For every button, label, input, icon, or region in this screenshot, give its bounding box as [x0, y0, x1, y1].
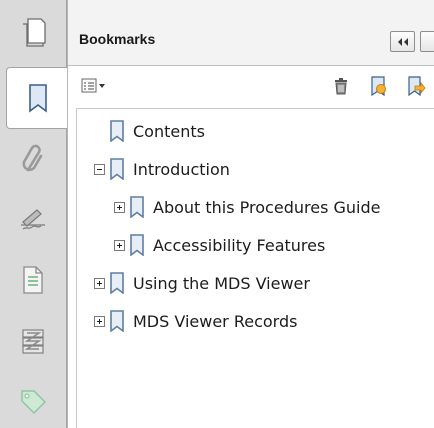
bookmark-icon: [130, 196, 144, 218]
bookmarks-toolbar: [68, 66, 434, 104]
expand-toggle-icon[interactable]: [94, 277, 105, 289]
bookmark-icon: [28, 84, 47, 113]
expand-toggle-icon[interactable]: [114, 201, 125, 213]
navigation-rail: [0, 0, 68, 428]
bookmark-arrow-icon: [408, 76, 426, 96]
tree-node-label: About this Procedures Guide: [153, 197, 381, 217]
delete-bookmark-button[interactable]: [330, 76, 352, 96]
options-menu-button[interactable]: [80, 76, 108, 96]
tree-node-label: Introduction: [133, 159, 230, 179]
bookmark-from-selection-button[interactable]: [405, 76, 427, 96]
tree-node-using-mds-viewer[interactable]: Using the MDS Viewer: [94, 269, 310, 297]
tree-node-label: Contents: [133, 121, 205, 141]
tree-node-about-procedures-guide[interactable]: About this Procedures Guide: [114, 193, 380, 221]
panel-header: Bookmarks: [68, 0, 434, 66]
signature-icon: [21, 209, 45, 230]
expand-panel-button[interactable]: [420, 31, 434, 52]
bookmarks-tab-button[interactable]: [6, 67, 68, 129]
page-thumbnails-button[interactable]: [9, 6, 57, 58]
tree-node-introduction[interactable]: Introduction: [94, 155, 230, 183]
bookmark-icon: [110, 158, 124, 180]
tags-button[interactable]: [9, 375, 57, 427]
expand-toggle-icon[interactable]: [94, 315, 105, 327]
bookmark-icon: [110, 120, 124, 142]
expand-toggle-icon[interactable]: [114, 239, 125, 251]
document-properties-button[interactable]: [9, 254, 57, 306]
layers-button[interactable]: [9, 315, 57, 367]
new-bookmark-icon: [371, 76, 386, 96]
double-chevron-left-icon: [397, 37, 408, 46]
document-icon: [23, 266, 43, 294]
bookmark-icon: [110, 310, 124, 332]
layers-icon: [22, 329, 44, 354]
bookmarks-panel: Bookmarks Contents Introduction About th…: [67, 0, 434, 428]
attachments-button[interactable]: [9, 134, 57, 186]
collapse-toggle-icon[interactable]: [94, 163, 105, 175]
new-bookmark-button[interactable]: [367, 76, 389, 96]
tree-node-label: Using the MDS Viewer: [133, 273, 310, 293]
bookmark-icon: [110, 272, 124, 294]
tree-node-label: MDS Viewer Records: [133, 311, 298, 331]
bookmarks-app: Bookmarks Contents Introduction About th…: [0, 0, 434, 428]
trash-icon: [335, 78, 347, 95]
tree-node-contents[interactable]: Contents: [109, 117, 205, 145]
panel-title: Bookmarks: [79, 31, 156, 47]
tag-icon: [21, 390, 47, 415]
bookmark-icon: [130, 234, 144, 256]
page-thumbnails-icon: [23, 18, 46, 47]
tree-node-accessibility-features[interactable]: Accessibility Features: [114, 231, 325, 259]
signatures-button[interactable]: [9, 193, 57, 245]
tree-node-label: Accessibility Features: [153, 235, 326, 255]
collapse-panel-button[interactable]: [390, 31, 415, 52]
bookmark-tree: Contents Introduction About this Procedu…: [76, 108, 434, 428]
options-menu-icon: [81, 78, 105, 93]
tree-node-mds-viewer-records[interactable]: MDS Viewer Records: [94, 307, 297, 335]
paperclip-icon: [22, 144, 43, 172]
